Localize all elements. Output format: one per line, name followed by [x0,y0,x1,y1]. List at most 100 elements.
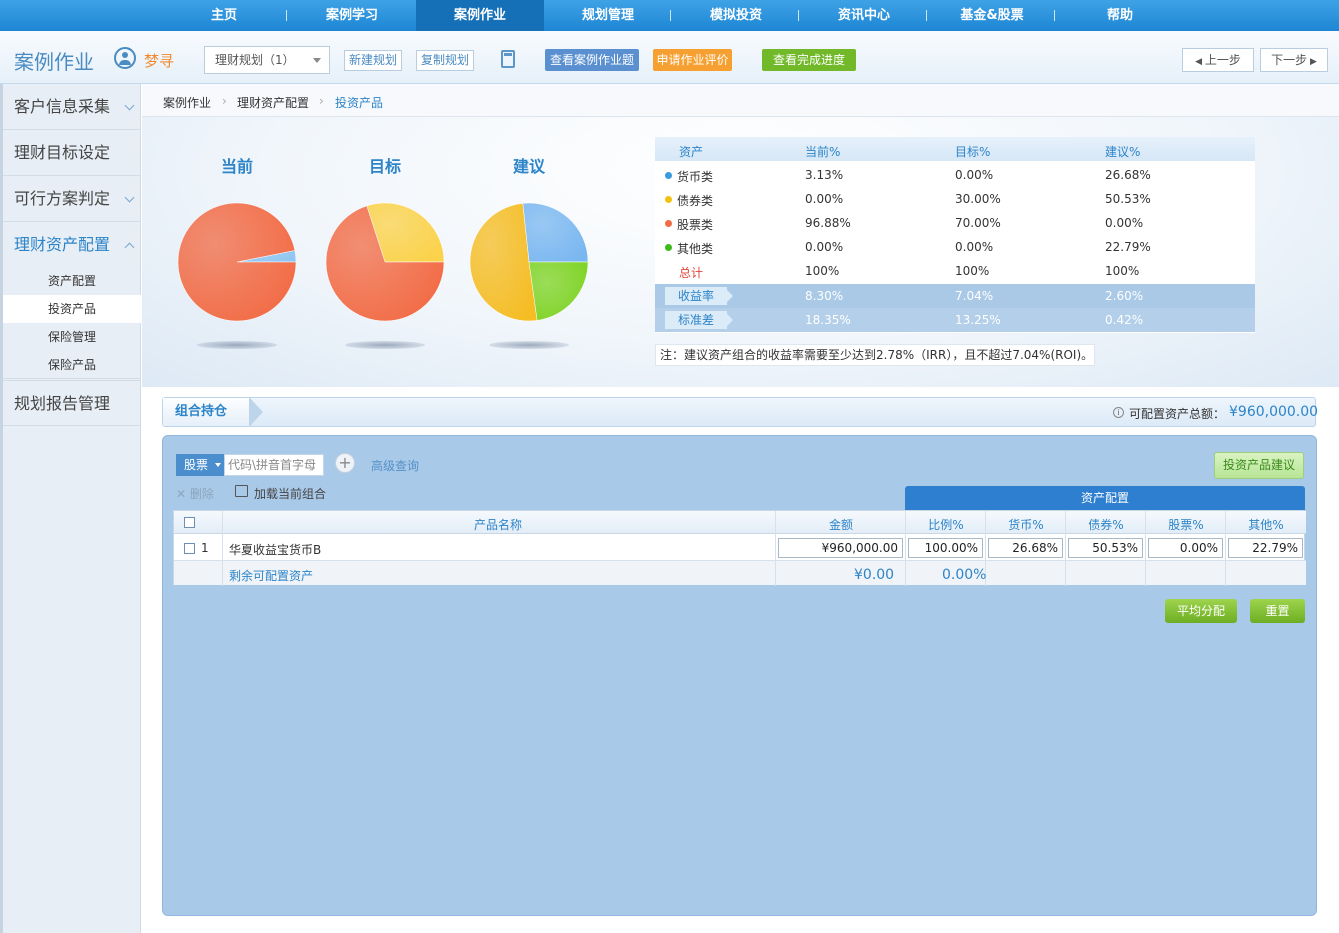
amount-input[interactable]: ¥960,000.00 [778,538,903,558]
row-name: 其他类 [677,242,714,256]
pie-shadow [345,341,425,349]
chevron-right-icon: › [222,94,227,108]
header-other: 其他% [1248,518,1284,532]
header-stock: 股票% [1168,518,1204,532]
close-icon: ✕ [176,487,190,501]
sidebar-sub-asset-config[interactable]: 资产配置 [0,267,141,295]
pie-slice [528,261,589,321]
user-name[interactable]: 梦寻 [144,50,174,71]
reset-button[interactable]: 重置 [1250,599,1305,623]
new-plan-button[interactable]: 新建规划 [344,50,402,71]
breadcrumb-current: 投资产品 [335,96,384,110]
delete-button[interactable]: ✕ 删除 [176,485,214,502]
calculator-icon[interactable] [501,50,515,68]
std-current: 18.35% [805,313,851,327]
advanced-query-link[interactable]: 高级查询 [371,457,419,474]
row-current: 3.13% [805,168,844,182]
view-questions-button[interactable]: 查看案例作业题 [545,49,639,71]
allocation-table-header: 资产 当前% 目标% 建议% [655,137,1255,161]
pie-chart-target [325,202,445,322]
sidebar-item-feasibility[interactable]: 可行方案判定 [0,176,141,222]
row-suggest: 26.68% [1105,168,1151,182]
sidebar-item-client-info[interactable]: 客户信息采集 [0,84,141,130]
header-ratio: 比例% [928,518,964,532]
chevron-right-icon: › [319,94,324,108]
column-divider [775,511,776,586]
left-edge [0,84,3,933]
nav-case-homework[interactable]: 案例作业 [416,0,544,31]
delete-label: 删除 [189,487,214,501]
nav-simulated-invest[interactable]: 模拟投资 [672,0,800,31]
prev-step-label: 上一步 [1204,53,1241,67]
stock-dot-icon [665,220,672,227]
money-dot-icon [665,172,672,179]
add-icon[interactable]: + [335,453,355,473]
copy-plan-button[interactable]: 复制规划 [416,50,474,71]
apply-review-button[interactable]: 申请作业评价 [653,49,732,71]
view-progress-button[interactable]: 查看完成进度 [762,49,856,71]
table-header: 产品名称 金额 比例% 货币% 债券% 股票% 其他% [174,511,1306,534]
nav-home[interactable]: 主页 [160,0,288,31]
code-search-input[interactable]: 代码\拼音首字母 [224,454,324,476]
chevron-up-icon [124,242,135,253]
average-distribute-button[interactable]: 平均分配 [1165,599,1237,623]
row-name: 货币类 [677,170,714,184]
remaining-ratio: 0.00% [942,567,987,583]
row-suggest: 22.79% [1105,240,1151,254]
breadcrumb-item[interactable]: 案例作业 [163,94,211,111]
load-combo-button[interactable]: 加载当前组合 [235,485,326,502]
sidebar-sub-insurance-manage[interactable]: 保险管理 [0,323,141,351]
row-index: 1 [201,541,209,555]
header-target: 目标% [955,145,991,159]
select-all-checkbox[interactable] [184,517,195,528]
row-target: 0.00% [955,168,994,182]
allocation-table: 资产 当前% 目标% 建议% 货币类 3.13% 0.00% 26.68% 债券… [655,137,1255,333]
row-name: 债券类 [677,194,714,208]
plan-select[interactable]: 理财规划（1） [204,46,330,74]
std-target: 13.25% [955,313,1001,327]
column-divider [905,511,906,586]
return-tag: 收益率 [665,287,733,305]
sidebar: 客户信息采集 理财目标设定 可行方案判定 理财资产配置 资产配置 投资产品 保险… [0,84,141,933]
column-divider [222,511,223,586]
nav-fund-stock[interactable]: 基金&股票 [928,0,1056,31]
other-input[interactable]: 22.79% [1228,538,1303,558]
pie-slice [522,202,589,263]
return-current: 8.30% [805,289,844,303]
ratio-input[interactable]: 100.00% [908,538,983,558]
stock-input[interactable]: 0.00% [1148,538,1223,558]
product-suggest-button[interactable]: 投资产品建议 [1214,452,1304,479]
sidebar-item-report-manage[interactable]: 规划报告管理 [0,380,141,426]
prev-step-button[interactable]: ◀ 上一步 [1182,48,1254,72]
next-step-label: 下一步 [1271,53,1308,67]
user-icon[interactable] [114,47,136,69]
total-assets-label: 可配置资产总额： [1129,407,1226,421]
chevron-down-icon [124,100,135,111]
pie-title-current: 当前 [221,157,254,176]
sidebar-item-goal-setting[interactable]: 理财目标设定 [0,130,141,176]
nav-help[interactable]: 帮助 [1056,0,1184,31]
money-input[interactable]: 26.68% [988,538,1063,558]
plan-select-value: 理财规划（1） [215,53,295,67]
row-checkbox[interactable] [184,543,195,554]
return-suggest: 2.60% [1105,289,1144,303]
header-product-name: 产品名称 [473,518,522,532]
category-value: 股票 [184,458,209,472]
breadcrumb-item[interactable]: 理财资产配置 [237,94,309,111]
row-suggest: 50.53% [1105,192,1151,206]
sidebar-sub-insurance-product[interactable]: 保险产品 [0,351,141,379]
nav-case-study[interactable]: 案例学习 [288,0,416,31]
column-divider [1225,511,1226,586]
next-step-button[interactable]: 下一步 ▶ [1260,48,1328,72]
row-current: 0.00% [805,240,844,254]
sidebar-item-asset-allocation[interactable]: 理财资产配置 [0,222,141,268]
header-amount: 金额 [828,518,853,532]
sidebar-sub-invest-product[interactable]: 投资产品 [0,295,141,323]
nav-plan-management[interactable]: 规划管理 [544,0,672,31]
bond-input[interactable]: 50.53% [1068,538,1143,558]
nav-news-center[interactable]: 资讯中心 [800,0,928,31]
holdings-table: 产品名称 金额 比例% 货币% 债券% 股票% 其他% 1 华夏收益宝货币B ¥… [173,510,1306,586]
total-label: 总计 [679,266,704,280]
return-row: 收益率 8.30% 7.04% 2.60% [655,284,1255,308]
category-select[interactable]: 股票 [176,454,224,476]
